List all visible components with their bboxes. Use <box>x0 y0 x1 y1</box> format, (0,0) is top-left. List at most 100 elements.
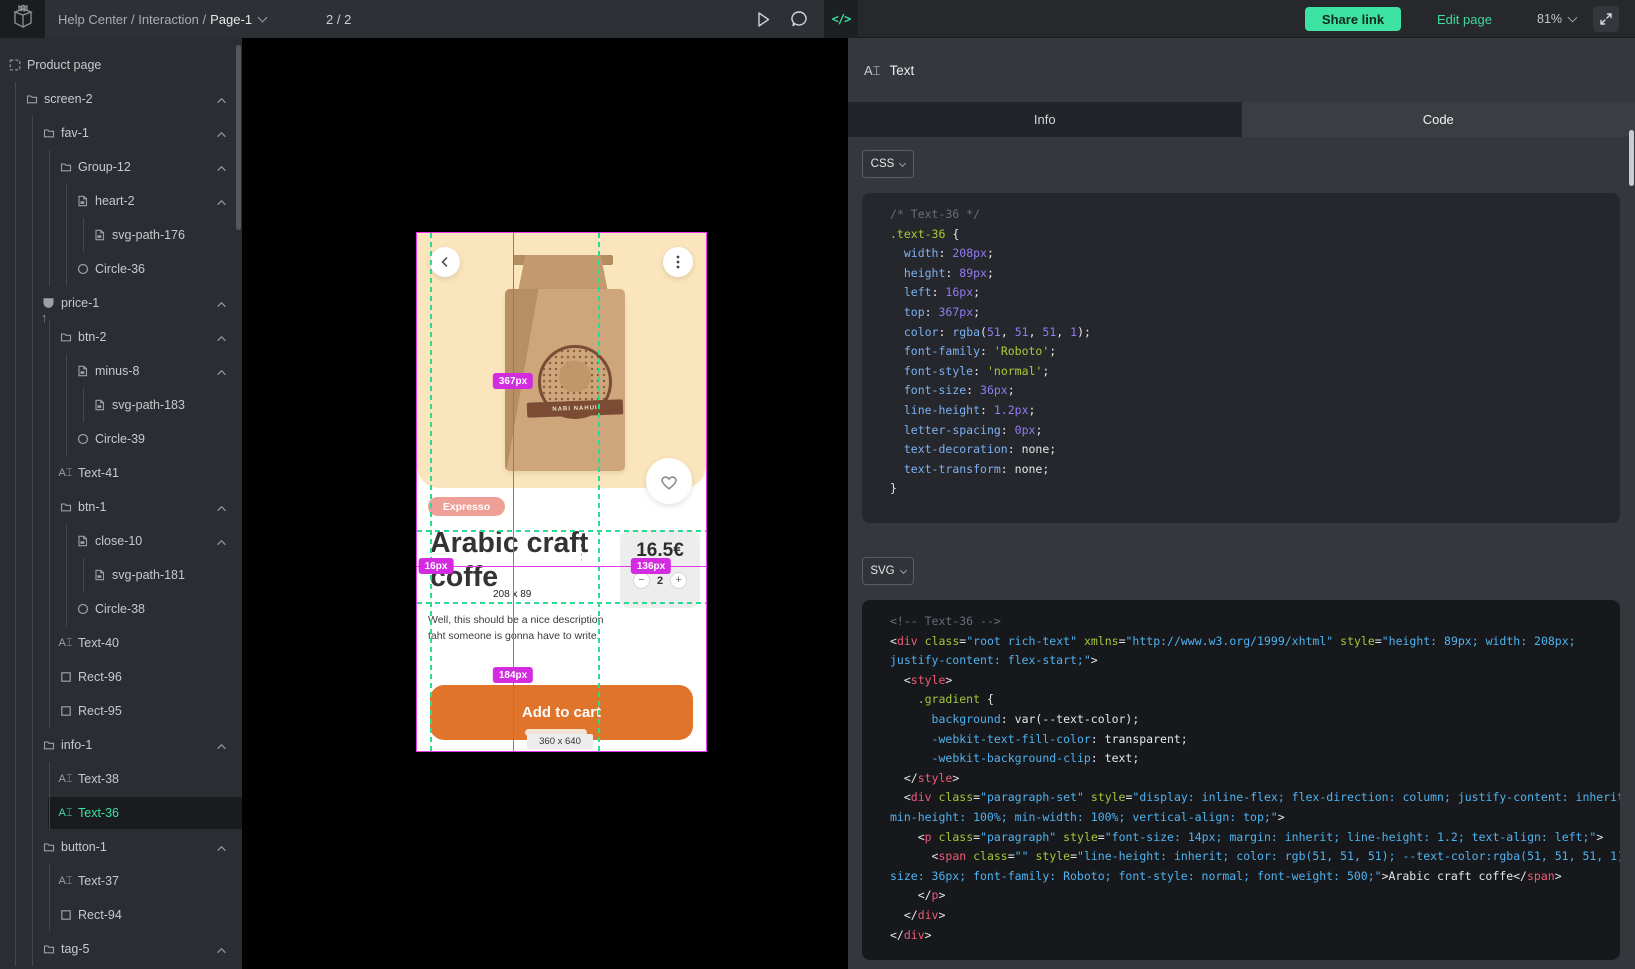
quantity-minus-button[interactable]: − <box>633 572 650 589</box>
code-line: justify-content: flex-start;"> <box>890 653 1610 673</box>
app-logo[interactable] <box>0 0 45 38</box>
layer-row-minus-8[interactable]: minus-8 <box>0 354 242 388</box>
layer-row-info-1[interactable]: info-1 <box>0 728 242 762</box>
code-line: size: 36px; font-family: Roboto; font-st… <box>890 869 1610 889</box>
tree-guide-line <box>49 150 50 184</box>
chevron-up-icon[interactable] <box>216 501 228 513</box>
app-window: Help Center / Interaction / Page-1 2 / 2… <box>0 0 1635 969</box>
chevron-up-icon[interactable] <box>216 943 228 955</box>
layer-row-circle-36[interactable]: Circle-36 <box>0 252 242 286</box>
layer-row-text-41[interactable]: A⌶Text-41 <box>0 456 242 490</box>
chevron-up-icon[interactable] <box>216 841 228 853</box>
tree-guide-line <box>32 694 33 728</box>
comment-icon[interactable] <box>788 8 810 30</box>
layer-label: btn-2 <box>78 330 107 344</box>
tree-guide-line <box>15 218 16 252</box>
layer-row-price-1[interactable]: price-1 <box>0 286 242 320</box>
product-tag-badge[interactable]: Expresso <box>428 497 505 516</box>
guide-vertical-left <box>430 233 432 751</box>
layer-row-rect-95[interactable]: Rect-95 <box>0 694 242 728</box>
chevron-up-icon[interactable] <box>216 297 228 309</box>
breadcrumb-current[interactable]: Page-1 <box>210 12 252 27</box>
layer-row-circle-38[interactable]: Circle-38 <box>0 592 242 626</box>
play-button[interactable] <box>752 8 774 30</box>
layer-row-fav-1[interactable]: fav-1 <box>0 116 242 150</box>
panel-scrollbar[interactable] <box>1629 130 1634 186</box>
layer-row-text-38[interactable]: A⌶Text-38 <box>0 762 242 796</box>
rect-layer-icon <box>59 705 72 718</box>
tree-guide-line <box>49 796 50 830</box>
tree-guide-line <box>66 592 67 626</box>
fullscreen-button[interactable] <box>1593 6 1619 32</box>
pencil-box-logo-icon <box>11 4 35 35</box>
svg-format-dropdown[interactable]: SVG <box>862 557 914 585</box>
chevron-up-icon[interactable] <box>216 127 228 139</box>
css-format-dropdown[interactable]: CSS <box>862 150 914 178</box>
tree-guide-line <box>15 252 16 286</box>
layer-row-btn-2[interactable]: btn-2 <box>0 320 242 354</box>
layer-row-circle-39[interactable]: Circle-39 <box>0 422 242 456</box>
tree-guide-line <box>49 490 50 524</box>
layer-row-svg-path-176[interactable]: svg-path-176 <box>0 218 242 252</box>
zoom-level-dropdown[interactable]: 81% <box>1537 0 1576 38</box>
layer-row-svg-path-181[interactable]: svg-path-181 <box>0 558 242 592</box>
quantity-plus-button[interactable]: + <box>670 572 687 589</box>
layer-row-text-37[interactable]: A⌶Text-37 <box>0 864 242 898</box>
breadcrumb[interactable]: Help Center / Interaction / Page-1 <box>58 0 266 38</box>
tree-guide-line <box>15 524 16 558</box>
code-line: font-family: 'Roboto'; <box>890 344 1610 364</box>
layer-row-svg-path-183[interactable]: svg-path-183 <box>0 388 242 422</box>
back-button[interactable] <box>430 247 460 277</box>
code-line: letter-spacing: 0px; <box>890 423 1610 443</box>
layer-row-screen-2[interactable]: screen-2 <box>0 82 242 116</box>
favorite-heart-button[interactable] <box>646 458 692 504</box>
share-link-button[interactable]: Share link <box>1305 7 1401 31</box>
chevron-down-icon <box>258 13 268 23</box>
chevron-up-icon[interactable] <box>216 93 228 105</box>
layer-row-rect-96[interactable]: Rect-96 <box>0 660 242 694</box>
code-line: font-style: 'normal'; <box>890 364 1610 384</box>
chevron-up-icon[interactable] <box>216 161 228 173</box>
layer-row-group-12[interactable]: Group-12 <box>0 150 242 184</box>
layer-row-btn-1[interactable]: btn-1 <box>0 490 242 524</box>
edit-page-link[interactable]: Edit page <box>1437 0 1492 38</box>
layer-row-rect-94[interactable]: Rect-94 <box>0 898 242 932</box>
product-title[interactable]: Arabic craft coffe <box>430 526 602 594</box>
tab-code[interactable]: Code <box>1242 102 1635 137</box>
layer-label: svg-path-181 <box>112 568 185 582</box>
folder-layer-icon <box>42 739 55 752</box>
layer-row-close-10[interactable]: close-10 <box>0 524 242 558</box>
layer-row-tag-5[interactable]: tag-5 <box>0 932 242 966</box>
product-image-area[interactable]: NABI NAHUI <box>417 233 706 488</box>
circle-layer-icon <box>76 433 89 446</box>
svgfile-layer-icon <box>93 569 106 582</box>
chevron-up-icon[interactable] <box>216 195 228 207</box>
layer-row-product page[interactable]: Product page <box>0 48 242 82</box>
folder-layer-icon <box>42 127 55 140</box>
product-description[interactable]: Well, this should be a nice description … <box>428 612 612 645</box>
tab-info[interactable]: Info <box>848 102 1242 137</box>
guide-horizontal-bottom <box>417 602 706 604</box>
design-frame[interactable]: NABI NAHUI Expresso Arabic craft coffe 2… <box>417 233 706 751</box>
chevron-up-icon[interactable] <box>216 365 228 377</box>
code-view-button[interactable]: </> <box>824 0 858 38</box>
code-line: text-decoration: none; <box>890 442 1610 462</box>
tree-guide-line <box>49 898 50 932</box>
layer-row-button-1[interactable]: button-1 <box>0 830 242 864</box>
measure-badge-184: 184px <box>493 667 533 683</box>
text-layer-icon: A⌶ <box>864 64 880 77</box>
menu-dots-button[interactable] <box>663 247 693 277</box>
chevron-up-icon[interactable] <box>216 739 228 751</box>
chevron-up-icon[interactable] <box>216 535 228 547</box>
layer-row-text-40[interactable]: A⌶Text-40 <box>0 626 242 660</box>
sidebar-scrollbar[interactable] <box>236 45 241 230</box>
frame-layer-icon <box>8 59 21 72</box>
chevron-down-icon <box>1568 13 1578 23</box>
tree-guide-line <box>32 830 33 864</box>
tree-guide-line <box>49 354 50 388</box>
svgfile-layer-icon <box>76 535 89 548</box>
code-line: </style> <box>890 771 1610 791</box>
layer-row-text-36[interactable]: A⌶Text-36 <box>0 796 242 830</box>
chevron-up-icon[interactable] <box>216 331 228 343</box>
layer-row-heart-2[interactable]: heart-2 <box>0 184 242 218</box>
